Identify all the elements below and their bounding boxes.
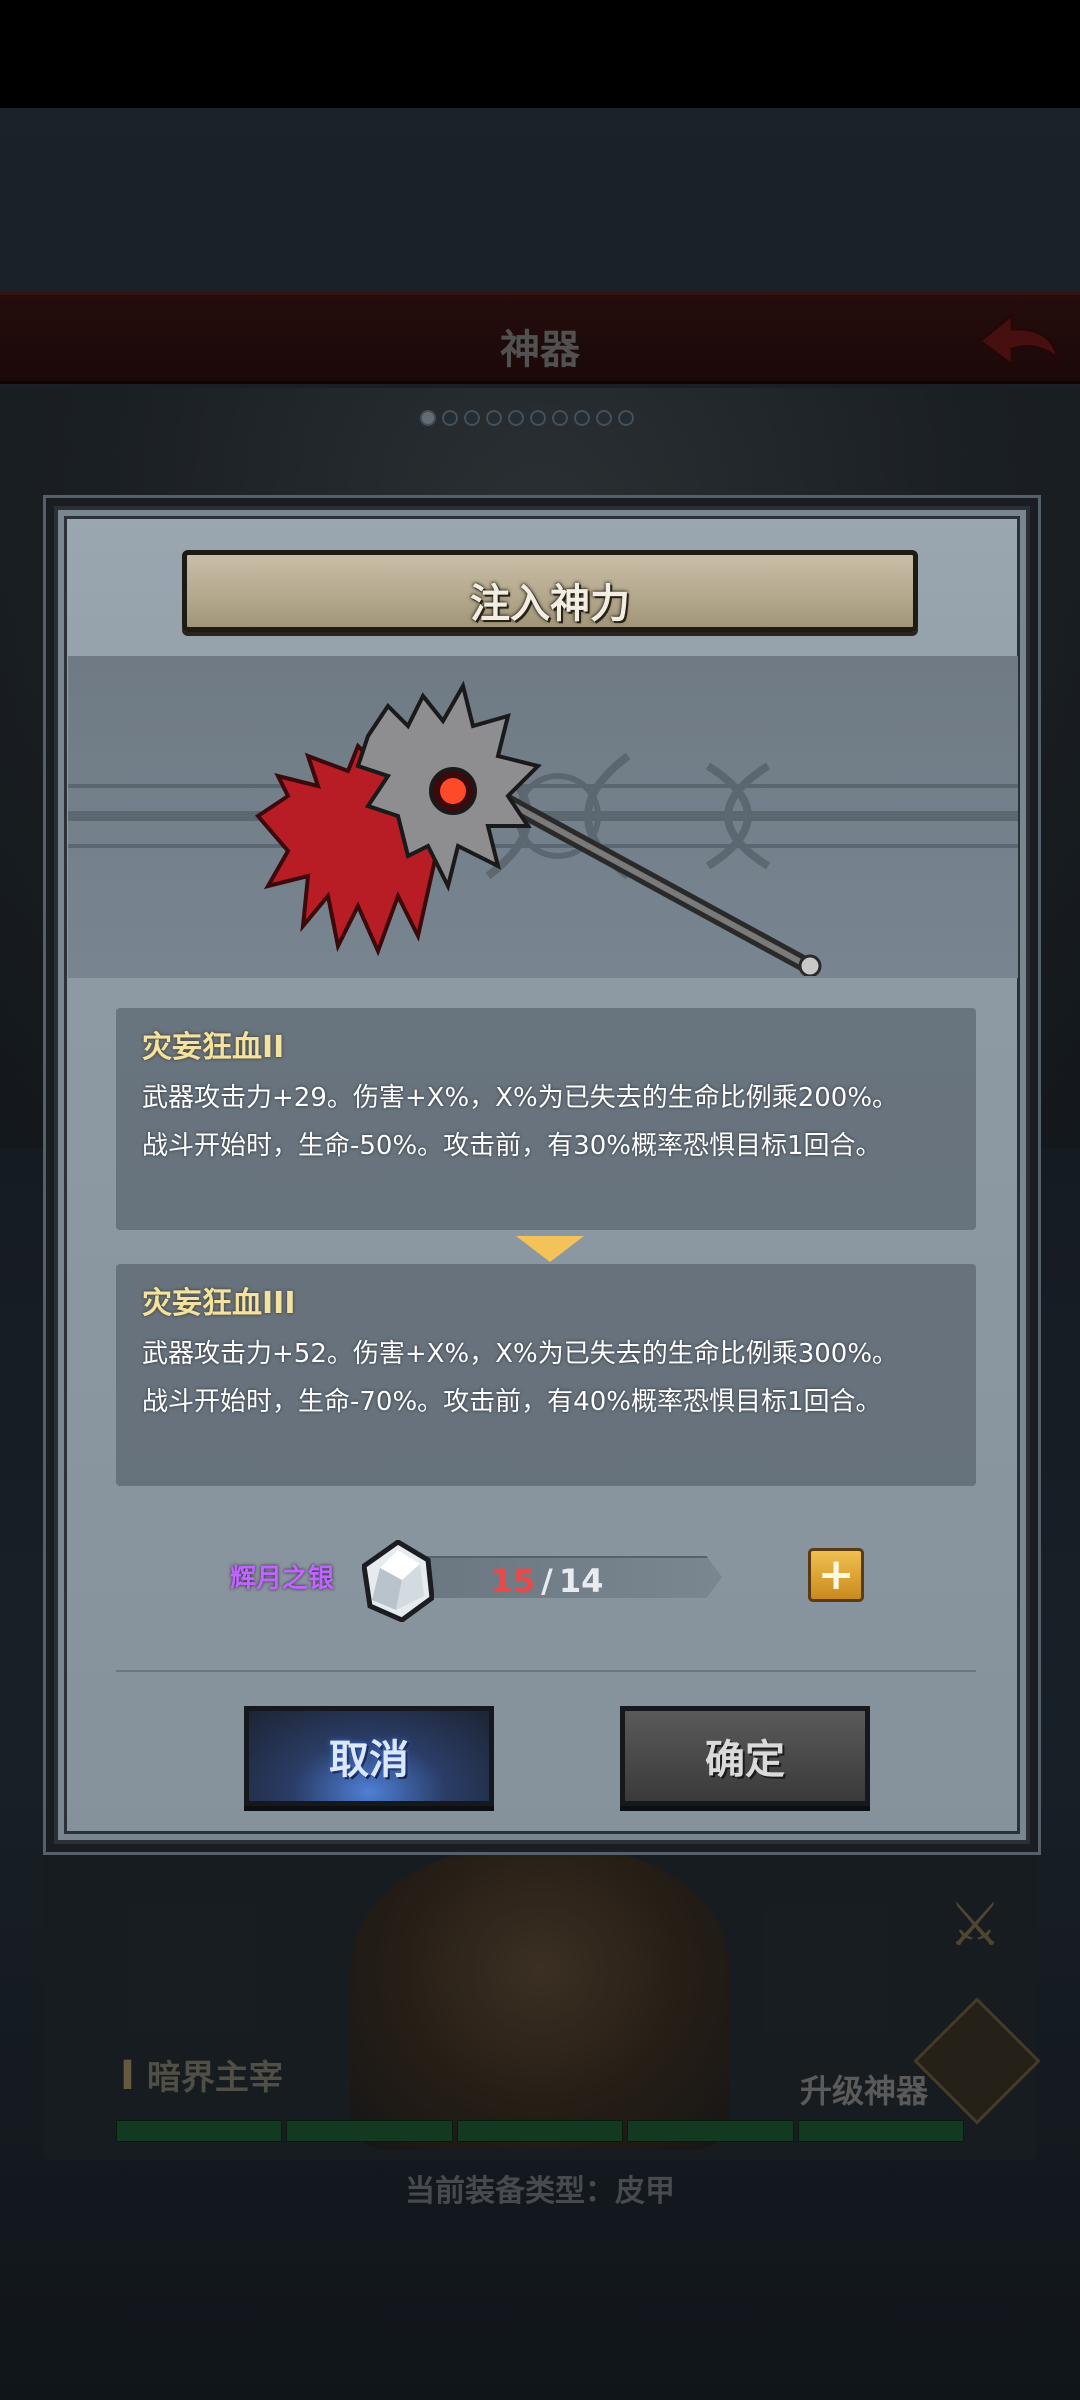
next-skill-desc: 武器攻击力+52。伤害+X%，X%为已失去的生命比例乘300%。 战斗开始时，生… <box>142 1339 899 1417</box>
weapon-display <box>68 656 1018 978</box>
material-separator: / <box>541 1562 553 1600</box>
plus-icon: + <box>817 1549 855 1600</box>
material-name: 辉月之银 <box>230 1564 335 1594</box>
current-skill-name: 灾妄狂血II <box>142 1030 285 1065</box>
current-skill-desc: 武器攻击力+29。伤害+X%，X%为已失去的生命比例乘200%。 战斗开始时，生… <box>142 1083 899 1161</box>
dialog-title-banner: 注入神力 <box>182 550 918 632</box>
material-count-bar: 15/14 <box>412 1556 722 1598</box>
current-skill-panel: 灾妄狂血II 武器攻击力+29。伤害+X%，X%为已失去的生命比例乘200%。 … <box>116 1008 976 1230</box>
chevron-down-icon <box>516 1236 584 1262</box>
material-required: 14 <box>558 1562 604 1600</box>
dialog-title: 注入神力 <box>470 581 630 627</box>
next-skill-panel: 灾妄狂血III 武器攻击力+52。伤害+X%，X%为已失去的生命比例乘300%。… <box>116 1264 976 1486</box>
silver-crystal-icon <box>362 1540 434 1622</box>
add-material-button[interactable]: + <box>808 1548 864 1602</box>
material-cost-row: 辉月之银 15/14 + <box>116 1540 976 1622</box>
cancel-button[interactable]: 取消 <box>244 1706 494 1806</box>
infuse-power-dialog: 注入神力 灾妄狂血II 武器攻击力+29。伤害+X%，X%为已失去的生命比例乘2… <box>46 498 1038 1852</box>
blood-axe-icon <box>255 680 822 976</box>
material-count: 15/14 <box>412 1562 682 1600</box>
next-skill-name: 灾妄狂血III <box>142 1286 296 1321</box>
divider <box>116 1670 976 1672</box>
material-owned: 15 <box>490 1562 536 1600</box>
confirm-button[interactable]: 确定 <box>620 1706 870 1806</box>
